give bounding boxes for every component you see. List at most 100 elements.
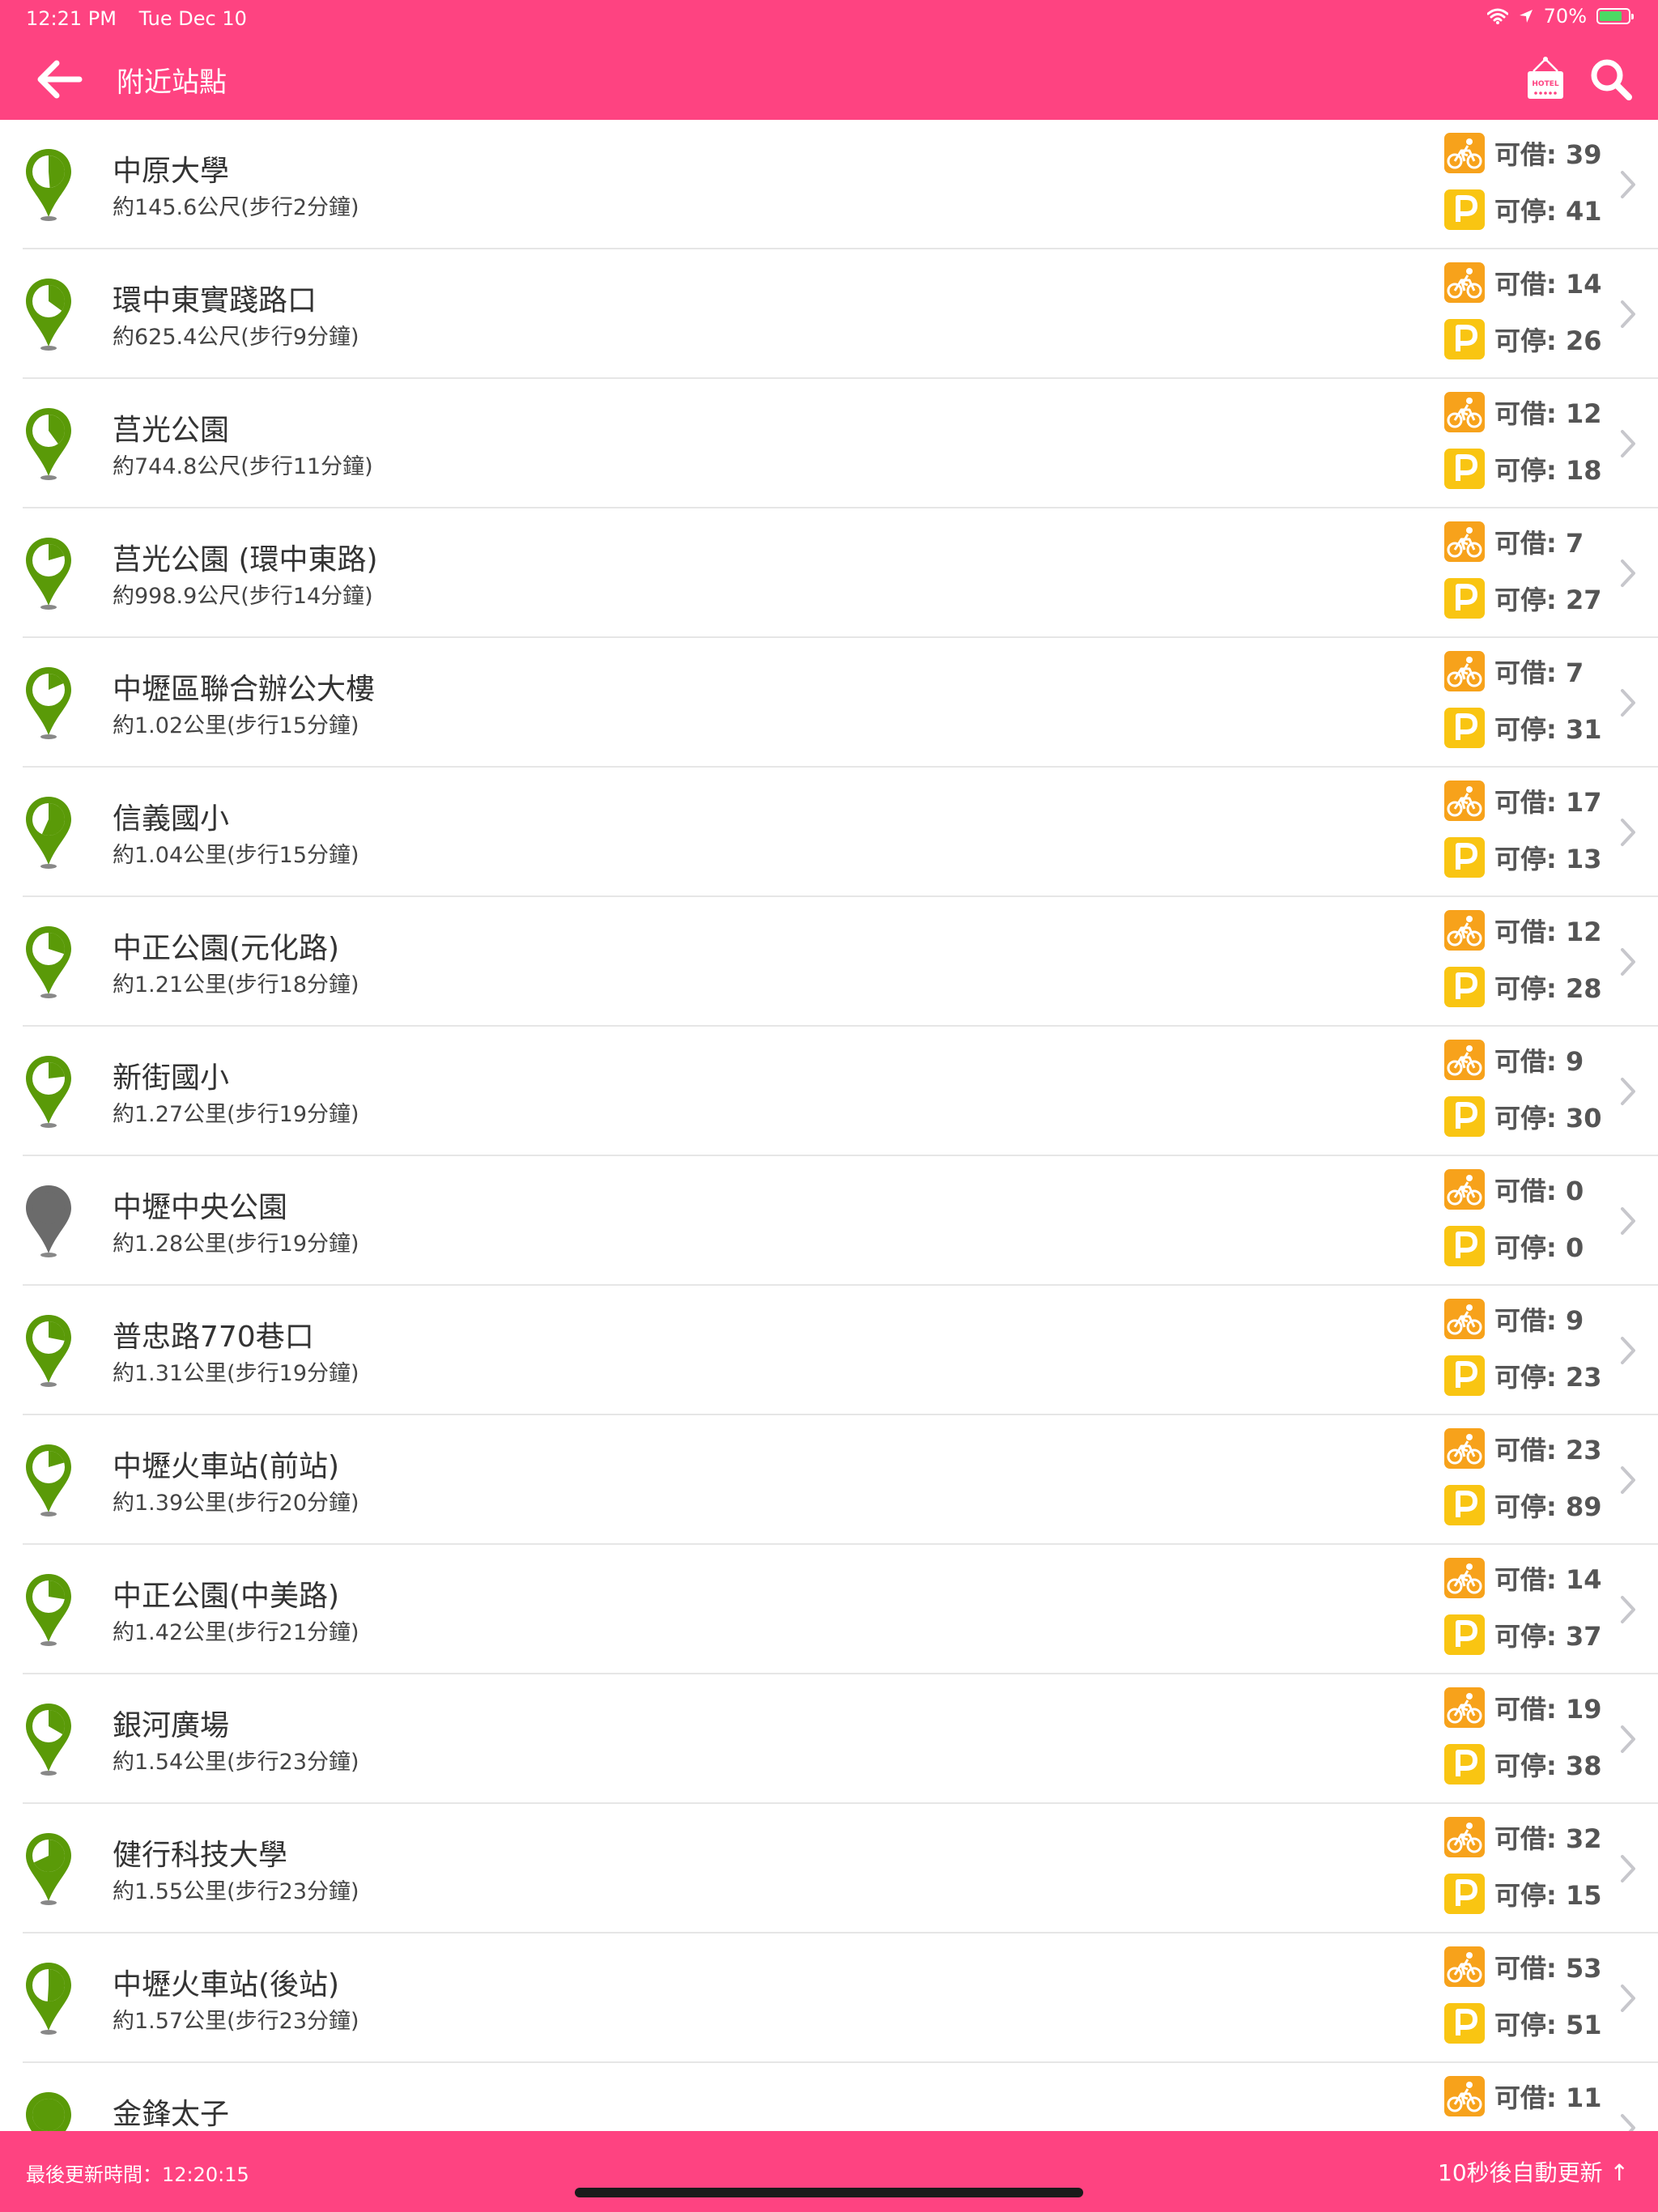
chevron-right-icon (1621, 1466, 1635, 1494)
chevron-right-icon (1621, 2114, 1635, 2131)
available-docks-label: 可停: 26 (1494, 325, 1602, 356)
station-row-13[interactable]: 健行科技大學 約1.55公里(步行23分鐘) 可借: 32 可停: 15 (0, 1804, 1658, 1933)
station-distance: 約1.21公里(步行18分鐘) (113, 972, 359, 998)
navigation-bar: 附近站點 HOTEL (0, 39, 1658, 120)
parking-icon (1444, 1485, 1485, 1525)
station-name: 新街國小 (113, 1061, 230, 1095)
available-docks: 可停: 23 (1444, 1355, 1601, 1396)
station-pin-icon (26, 1185, 71, 1257)
bike-icon (1444, 1299, 1485, 1339)
station-distance: 約1.28公里(步行19分鐘) (113, 1231, 359, 1257)
station-distance: 約625.4公尺(步行9分鐘) (113, 325, 359, 350)
parking-icon (1444, 2003, 1485, 2044)
station-name: 中壢火車站(前站) (113, 1450, 340, 1483)
station-row-11[interactable]: 中正公園(中美路) 約1.42公里(步行21分鐘) 可借: 14 可停: 37 (0, 1545, 1658, 1674)
station-row-5[interactable]: 信義國小 約1.04公里(步行15分鐘) 可借: 17 可停: 13 (0, 768, 1658, 897)
status-bar: 12:21 PM Tue Dec 10 70% (0, 0, 1658, 39)
bike-icon (1444, 1428, 1485, 1469)
available-bikes: 可借: 14 (1444, 262, 1601, 303)
bike-icon (1444, 1040, 1485, 1080)
station-pin-icon (26, 797, 71, 869)
battery-percent: 70% (1543, 5, 1587, 28)
status-date: Tue Dec 10 (138, 7, 247, 30)
location-arrow-icon (1519, 10, 1533, 23)
available-docks: 可停: 30 (1444, 1096, 1601, 1137)
station-distance: 約1.39公里(步行20分鐘) (113, 1491, 359, 1516)
available-bikes-label: 可借: 12 (1494, 398, 1602, 429)
auto-update-button[interactable]: 10秒後自動更新 ↑ (1438, 2155, 1629, 2188)
station-row-8[interactable]: 中壢中央公園 約1.28公里(步行19分鐘) 可借: 0 可停: 0 (0, 1156, 1658, 1286)
station-distance: 約1.04公里(步行15分鐘) (113, 843, 359, 868)
chevron-right-icon (1621, 948, 1635, 976)
parking-icon (1444, 1744, 1485, 1784)
parking-icon (1444, 189, 1485, 230)
parking-icon (1444, 837, 1485, 878)
back-arrow-icon[interactable] (32, 57, 84, 102)
station-pin-icon (26, 1056, 71, 1128)
station-row-12[interactable]: 銀河廣場 約1.54公里(步行23分鐘) 可借: 19 可停: 38 (0, 1674, 1658, 1804)
chevron-right-icon (1621, 1725, 1635, 1753)
station-row-6[interactable]: 中正公園(元化路) 約1.21公里(步行18分鐘) 可借: 12 可停: 28 (0, 897, 1658, 1027)
available-bikes-label: 可借: 12 (1494, 917, 1602, 947)
home-indicator[interactable] (575, 2188, 1083, 2197)
available-bikes: 可借: 32 (1444, 1817, 1601, 1857)
available-docks-label: 可停: 13 (1494, 844, 1602, 874)
station-name: 莒光公園 (113, 414, 230, 447)
chevron-right-icon (1621, 300, 1635, 328)
station-row-2[interactable]: 莒光公園 約744.8公尺(步行11分鐘) 可借: 12 可停: 18 (0, 379, 1658, 508)
available-docks: 可停: 13 (1444, 837, 1601, 878)
station-row-1[interactable]: 環中東實踐路口 約625.4公尺(步行9分鐘) 可借: 14 可停: 26 (0, 249, 1658, 379)
bike-icon (1444, 910, 1485, 951)
station-row-10[interactable]: 中壢火車站(前站) 約1.39公里(步行20分鐘) 可借: 23 可停: 89 (0, 1415, 1658, 1545)
available-docks: 可停: 41 (1444, 189, 1601, 230)
chevron-right-icon (1621, 559, 1635, 587)
station-name: 中正公園(元化路) (113, 932, 340, 965)
available-docks-label: 可停: 28 (1494, 973, 1602, 1004)
available-docks-label: 可停: 41 (1494, 196, 1602, 227)
available-bikes-label: 可借: 53 (1494, 1953, 1602, 1984)
station-name: 中原大學 (113, 155, 230, 188)
hotel-icon[interactable]: HOTEL (1525, 55, 1566, 104)
station-row-7[interactable]: 新街國小 約1.27公里(步行19分鐘) 可借: 9 可停: 30 (0, 1027, 1658, 1156)
station-pin-icon (26, 926, 71, 998)
available-bikes-label: 可借: 23 (1494, 1435, 1602, 1465)
station-distance: 約1.02公里(步行15分鐘) (113, 713, 359, 738)
available-bikes-label: 可借: 7 (1494, 657, 1584, 688)
station-distance: 約1.31公里(步行19分鐘) (113, 1361, 359, 1386)
available-docks: 可停: 31 (1444, 708, 1601, 748)
parking-icon (1444, 967, 1485, 1007)
available-docks-label: 可停: 23 (1494, 1362, 1602, 1393)
available-docks: 可停: 26 (1444, 319, 1601, 359)
station-pin-icon (26, 1704, 71, 1776)
available-docks-label: 可停: 37 (1494, 1621, 1602, 1652)
station-row-14[interactable]: 中壢火車站(後站) 約1.57公里(步行23分鐘) 可借: 53 可停: 51 (0, 1933, 1658, 2063)
station-row-0[interactable]: 中原大學 約145.6公尺(步行2分鐘) 可借: 39 可停: 41 (0, 120, 1658, 249)
station-list[interactable]: 中原大學 約145.6公尺(步行2分鐘) 可借: 39 可停: 41 環中東實踐… (0, 120, 1658, 2131)
station-row-9[interactable]: 普忠路770巷口 約1.31公里(步行19分鐘) 可借: 9 可停: 23 (0, 1286, 1658, 1415)
station-name: 健行科技大學 (113, 1839, 288, 1872)
station-row-3[interactable]: 莒光公園 (環中東路) 約998.9公尺(步行14分鐘) 可借: 7 可停: 2… (0, 508, 1658, 638)
station-name: 銀河廣場 (113, 1709, 230, 1742)
chevron-right-icon (1621, 1596, 1635, 1623)
station-row-4[interactable]: 中壢區聯合辦公大樓 約1.02公里(步行15分鐘) 可借: 7 可停: 31 (0, 638, 1658, 768)
available-bikes: 可借: 9 (1444, 1040, 1584, 1080)
search-icon[interactable] (1588, 57, 1634, 102)
station-pin-icon (26, 279, 71, 351)
chevron-right-icon (1621, 1078, 1635, 1105)
last-update-time: 最後更新時間：12:20:15 (26, 2163, 249, 2186)
available-bikes: 可借: 12 (1444, 910, 1601, 951)
station-row-15[interactable]: 金鋒太子 可借: 11 (0, 2063, 1658, 2131)
available-bikes: 可借: 14 (1444, 1558, 1601, 1598)
page-title: 附近站點 (117, 66, 227, 99)
available-bikes: 可借: 12 (1444, 392, 1601, 432)
station-pin-icon (26, 1574, 71, 1646)
available-bikes: 可借: 11 (1444, 2076, 1601, 2116)
available-bikes-label: 可借: 32 (1494, 1823, 1602, 1854)
parking-icon (1444, 1614, 1485, 1655)
available-bikes-label: 可借: 19 (1494, 1694, 1602, 1725)
station-pin-icon (26, 667, 71, 739)
station-pin-icon (26, 149, 71, 221)
available-docks: 可停: 38 (1444, 1744, 1601, 1784)
available-bikes: 可借: 19 (1444, 1687, 1601, 1728)
available-bikes-label: 可借: 14 (1494, 269, 1602, 300)
